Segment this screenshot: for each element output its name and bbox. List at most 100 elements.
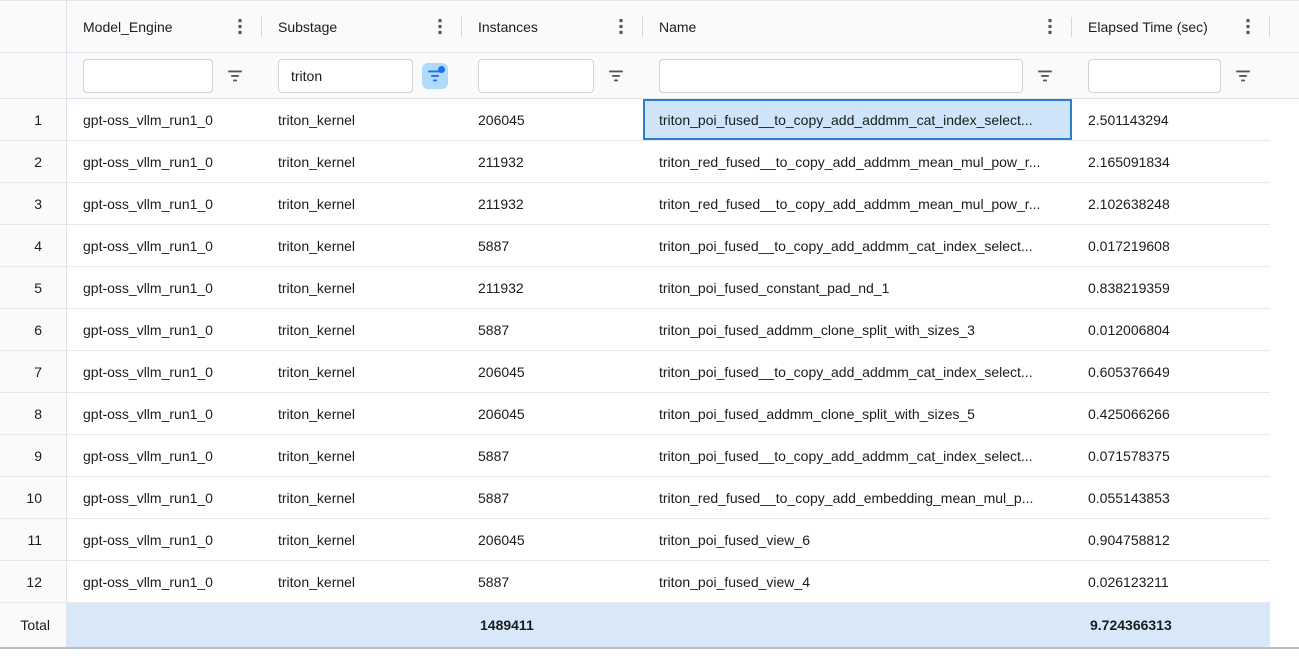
cell-instances[interactable]: 5887: [462, 435, 643, 477]
empty-gutter: [1270, 99, 1299, 141]
filter-button[interactable]: [1230, 63, 1256, 89]
cell-substage[interactable]: triton_kernel: [262, 267, 462, 309]
total-name-cell: [643, 603, 1072, 647]
kebab-menu-icon: [238, 18, 242, 35]
instances-filter-input[interactable]: [478, 59, 594, 93]
cell-elapsed-time[interactable]: 2.165091834: [1072, 141, 1270, 183]
cell-model-engine[interactable]: gpt-oss_vllm_run1_0: [67, 519, 262, 561]
cell-model-engine[interactable]: gpt-oss_vllm_run1_0: [67, 183, 262, 225]
cell-instances[interactable]: 211932: [462, 141, 643, 183]
cell-model-engine[interactable]: gpt-oss_vllm_run1_0: [67, 309, 262, 351]
cell-name[interactable]: triton_poi_fused__to_copy_add_addmm_cat_…: [643, 225, 1072, 267]
cell-substage[interactable]: triton_kernel: [262, 309, 462, 351]
cell-name[interactable]: triton_poi_fused__to_copy_add_addmm_cat_…: [643, 99, 1072, 141]
filter-lines-icon: [1037, 70, 1053, 82]
filter-cell-elapsed-time: [1072, 53, 1270, 98]
empty-gutter: [1270, 435, 1299, 477]
cell-elapsed-time[interactable]: 0.017219608: [1072, 225, 1270, 267]
cell-model-engine[interactable]: gpt-oss_vllm_run1_0: [67, 141, 262, 183]
filter-cell-instances: [462, 53, 643, 98]
cell-substage[interactable]: triton_kernel: [262, 351, 462, 393]
empty-gutter: [1270, 267, 1299, 309]
cell-elapsed-time[interactable]: 2.102638248: [1072, 183, 1270, 225]
table-row: 3 gpt-oss_vllm_run1_0 triton_kernel 2119…: [0, 183, 1299, 225]
filter-button[interactable]: [603, 63, 629, 89]
kebab-menu-icon: [438, 18, 442, 35]
cell-instances[interactable]: 5887: [462, 225, 643, 267]
cell-model-engine[interactable]: gpt-oss_vllm_run1_0: [67, 225, 262, 267]
cell-elapsed-time[interactable]: 0.904758812: [1072, 519, 1270, 561]
substage-filter-input[interactable]: [278, 59, 413, 93]
filter-button[interactable]: [222, 63, 248, 89]
filter-cell-name: [643, 53, 1072, 98]
cell-substage[interactable]: triton_kernel: [262, 141, 462, 183]
cell-instances[interactable]: 5887: [462, 561, 643, 603]
cell-substage[interactable]: triton_kernel: [262, 477, 462, 519]
cell-instances[interactable]: 206045: [462, 519, 643, 561]
column-menu-button[interactable]: [231, 15, 249, 39]
cell-model-engine[interactable]: gpt-oss_vllm_run1_0: [67, 561, 262, 603]
cell-substage[interactable]: triton_kernel: [262, 561, 462, 603]
cell-name[interactable]: triton_poi_fused__to_copy_add_addmm_cat_…: [643, 435, 1072, 477]
cell-name[interactable]: triton_poi_fused_constant_pad_nd_1: [643, 267, 1072, 309]
column-menu-button[interactable]: [1041, 15, 1059, 39]
cell-elapsed-time[interactable]: 2.501143294: [1072, 99, 1270, 141]
cell-instances[interactable]: 5887: [462, 309, 643, 351]
cell-instances[interactable]: 211932: [462, 183, 643, 225]
column-header-name[interactable]: Name: [643, 1, 1072, 53]
filter-cell-substage: [262, 53, 462, 98]
cell-substage[interactable]: triton_kernel: [262, 225, 462, 267]
empty-gutter: [1270, 225, 1299, 267]
cell-instances[interactable]: 206045: [462, 351, 643, 393]
model-engine-filter-input[interactable]: [83, 59, 213, 93]
cell-name[interactable]: triton_poi_fused_addmm_clone_split_with_…: [643, 393, 1072, 435]
cell-substage[interactable]: triton_kernel: [262, 519, 462, 561]
cell-elapsed-time[interactable]: 0.838219359: [1072, 267, 1270, 309]
column-header-model-engine[interactable]: Model_Engine: [67, 1, 262, 53]
cell-elapsed-time[interactable]: 0.425066266: [1072, 393, 1270, 435]
cell-model-engine[interactable]: gpt-oss_vllm_run1_0: [67, 267, 262, 309]
cell-instances[interactable]: 206045: [462, 99, 643, 141]
cell-name[interactable]: triton_poi_fused__to_copy_add_addmm_cat_…: [643, 351, 1072, 393]
cell-model-engine[interactable]: gpt-oss_vllm_run1_0: [67, 393, 262, 435]
column-menu-button[interactable]: [431, 15, 449, 39]
column-header-substage[interactable]: Substage: [262, 1, 462, 53]
cell-elapsed-time[interactable]: 0.605376649: [1072, 351, 1270, 393]
cell-substage[interactable]: triton_kernel: [262, 99, 462, 141]
column-header-elapsed-time[interactable]: Elapsed Time (sec): [1072, 1, 1270, 53]
column-menu-button[interactable]: [612, 15, 630, 39]
table-row: 12 gpt-oss_vllm_run1_0 triton_kernel 588…: [0, 561, 1299, 603]
cell-model-engine[interactable]: gpt-oss_vllm_run1_0: [67, 477, 262, 519]
cell-name[interactable]: triton_red_fused__to_copy_add_embedding_…: [643, 477, 1072, 519]
cell-elapsed-time[interactable]: 0.071578375: [1072, 435, 1270, 477]
cell-substage[interactable]: triton_kernel: [262, 183, 462, 225]
table-row: 2 gpt-oss_vllm_run1_0 triton_kernel 2119…: [0, 141, 1299, 183]
cell-name[interactable]: triton_red_fused__to_copy_add_addmm_mean…: [643, 183, 1072, 225]
elapsed-time-filter-input[interactable]: [1088, 59, 1221, 93]
cell-substage[interactable]: triton_kernel: [262, 435, 462, 477]
empty-gutter: [1270, 309, 1299, 351]
row-number: 8: [0, 393, 67, 435]
cell-name[interactable]: triton_poi_fused_view_4: [643, 561, 1072, 603]
table-row: 6 gpt-oss_vllm_run1_0 triton_kernel 5887…: [0, 309, 1299, 351]
cell-elapsed-time[interactable]: 0.026123211: [1072, 561, 1270, 603]
cell-name[interactable]: triton_poi_fused_view_6: [643, 519, 1072, 561]
cell-model-engine[interactable]: gpt-oss_vllm_run1_0: [67, 435, 262, 477]
cell-elapsed-time[interactable]: 0.012006804: [1072, 309, 1270, 351]
cell-name[interactable]: triton_red_fused__to_copy_add_addmm_mean…: [643, 141, 1072, 183]
cell-elapsed-time[interactable]: 0.055143853: [1072, 477, 1270, 519]
name-filter-input[interactable]: [659, 59, 1023, 93]
cell-instances[interactable]: 206045: [462, 393, 643, 435]
cell-model-engine[interactable]: gpt-oss_vllm_run1_0: [67, 351, 262, 393]
cell-name[interactable]: triton_poi_fused_addmm_clone_split_with_…: [643, 309, 1072, 351]
total-row: Total 1489411 9.724366313: [0, 603, 1299, 647]
cell-substage[interactable]: triton_kernel: [262, 393, 462, 435]
column-menu-button[interactable]: [1239, 15, 1257, 39]
filter-button[interactable]: [1032, 63, 1058, 89]
active-filter-button[interactable]: [422, 63, 448, 89]
row-number: 3: [0, 183, 67, 225]
cell-model-engine[interactable]: gpt-oss_vllm_run1_0: [67, 99, 262, 141]
cell-instances[interactable]: 5887: [462, 477, 643, 519]
cell-instances[interactable]: 211932: [462, 267, 643, 309]
column-header-instances[interactable]: Instances: [462, 1, 643, 53]
